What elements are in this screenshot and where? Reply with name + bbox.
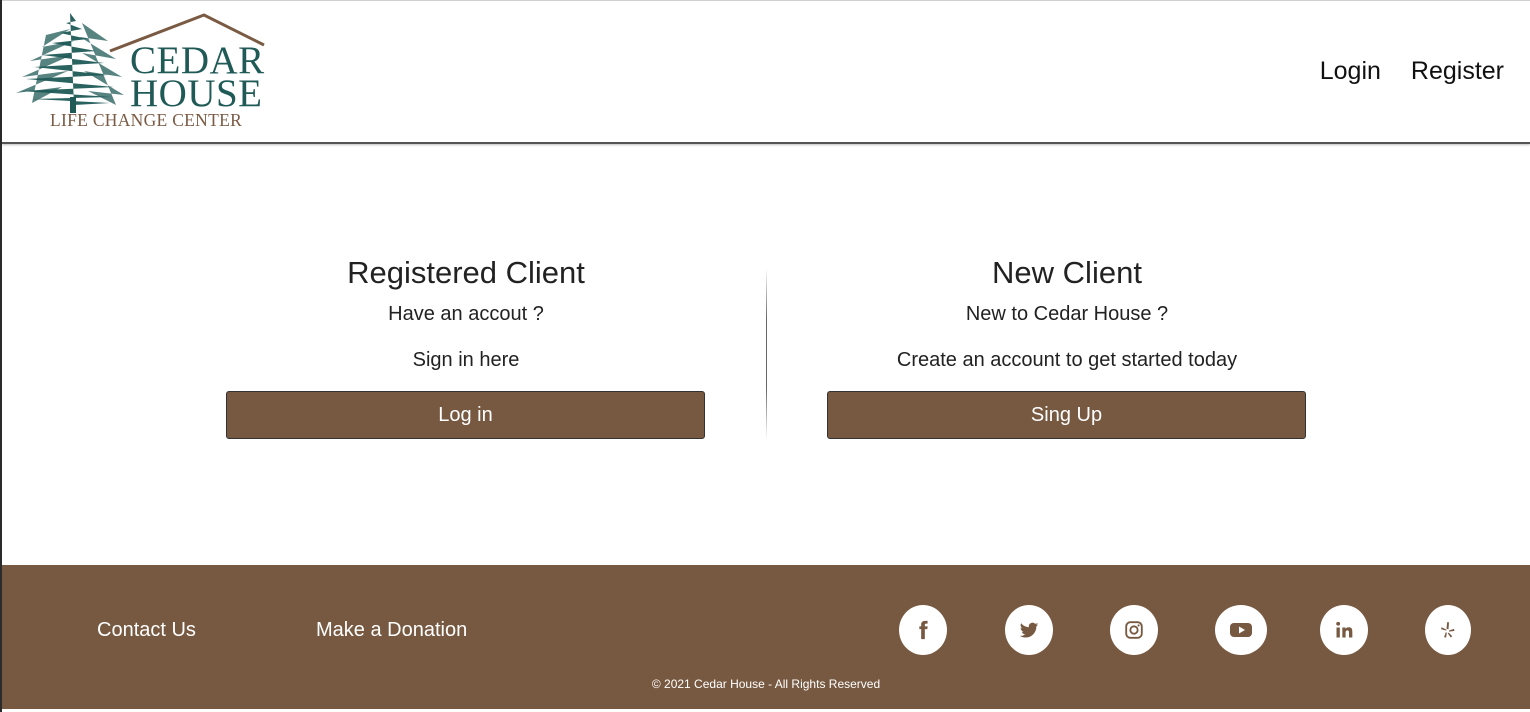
- twitter-icon[interactable]: [1005, 605, 1053, 655]
- make-donation-link[interactable]: Make a Donation: [316, 619, 467, 642]
- registered-client-title: Registered Client: [347, 255, 585, 290]
- signup-button[interactable]: Sing Up: [827, 391, 1306, 439]
- new-client-title: New Client: [992, 255, 1142, 290]
- new-client-panel: New Client New to Cedar House ? Create a…: [827, 250, 1307, 439]
- nav-login-link[interactable]: Login: [1320, 57, 1381, 86]
- site-footer: Contact Us Make a Donation © 2021 Cedar …: [2, 565, 1530, 709]
- nav-register-link[interactable]: Register: [1411, 57, 1504, 86]
- site-header: CEDAR HOUSE LIFE CHANGE CENTER Login Reg…: [2, 0, 1530, 144]
- panel-divider: [766, 268, 767, 440]
- cedar-house-logo[interactable]: CEDAR HOUSE LIFE CHANGE CENTER: [12, 11, 268, 133]
- header-nav: Login Register: [1320, 57, 1504, 86]
- copyright-text: © 2021 Cedar House - All Rights Reserved: [651, 677, 881, 691]
- logo-tagline: LIFE CHANGE CENTER: [50, 110, 243, 130]
- youtube-icon[interactable]: [1215, 605, 1267, 655]
- registered-client-panel: Registered Client Have an accout ? Sign …: [226, 250, 706, 439]
- new-client-subtitle: New to Cedar House ?: [965, 303, 1169, 325]
- yelp-icon[interactable]: [1425, 605, 1471, 655]
- logo-word-house: HOUSE: [130, 72, 263, 115]
- registered-client-description: Sign in here: [412, 349, 520, 371]
- contact-us-link[interactable]: Contact Us: [97, 619, 196, 642]
- registered-client-subtitle: Have an accout ?: [388, 303, 544, 325]
- new-client-description: Create an account to get started today: [896, 349, 1238, 371]
- facebook-icon[interactable]: [899, 605, 947, 655]
- instagram-icon[interactable]: [1110, 605, 1158, 655]
- linkedin-icon[interactable]: [1320, 605, 1368, 655]
- login-button[interactable]: Log in: [226, 391, 705, 439]
